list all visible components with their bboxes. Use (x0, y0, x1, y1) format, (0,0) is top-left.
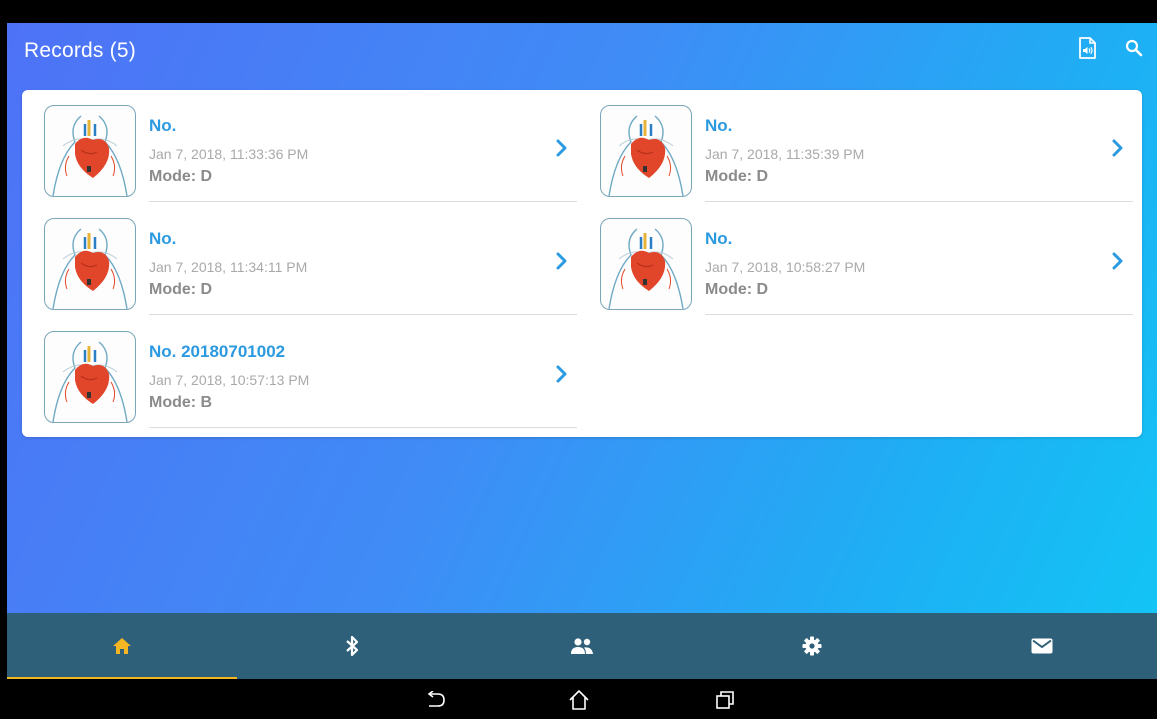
records-card: No. Jan 7, 2018, 11:33:36 PM Mode: D No.… (22, 90, 1142, 437)
record-item[interactable]: No. Jan 7, 2018, 11:33:36 PM Mode: D (22, 90, 577, 203)
divider (149, 201, 577, 202)
record-mode: Mode: D (705, 168, 769, 185)
chevron-right-icon[interactable] (1111, 138, 1125, 158)
record-datetime: Jan 7, 2018, 10:57:13 PM (149, 372, 310, 388)
home-outline-icon[interactable] (565, 686, 593, 714)
tab-home[interactable] (7, 613, 237, 679)
record-number: No. (705, 116, 733, 135)
record-number: No. (149, 229, 177, 248)
chevron-right-icon[interactable] (555, 364, 569, 384)
app-area: Records (5) No. Jan 7, 2018, 11:33:36 PM… (7, 23, 1157, 613)
record-mode: Mode: D (705, 281, 769, 298)
record-item[interactable]: No. Jan 7, 2018, 10:58:27 PM Mode: D (578, 203, 1133, 316)
bottom-nav (7, 613, 1157, 679)
record-number: No. (705, 229, 733, 248)
heart-thumbnail (44, 105, 136, 197)
record-mode: Mode: D (149, 168, 213, 185)
heart-thumbnail (44, 331, 136, 423)
tab-mail[interactable] (927, 613, 1157, 679)
chevron-right-icon[interactable] (555, 138, 569, 158)
record-number: No. 20180701002 (149, 342, 286, 361)
record-number: No. (149, 116, 177, 135)
record-item[interactable]: No. 20180701002 Jan 7, 2018, 10:57:13 PM… (22, 316, 577, 429)
page-title: Records (5) (24, 39, 136, 62)
system-nav-bar (7, 679, 1157, 719)
mail-icon (1031, 638, 1053, 654)
settings-icon (802, 636, 822, 656)
heart-thumbnail (600, 218, 692, 310)
record-datetime: Jan 7, 2018, 11:34:11 PM (149, 259, 308, 275)
users-icon (571, 638, 593, 654)
tab-settings[interactable] (697, 613, 927, 679)
audio-file-icon[interactable] (1076, 37, 1098, 59)
chevron-right-icon[interactable] (1111, 251, 1125, 271)
record-item[interactable]: No. Jan 7, 2018, 11:34:11 PM Mode: D (22, 203, 577, 316)
home-icon (113, 638, 131, 654)
search-icon[interactable] (1123, 37, 1145, 59)
divider (705, 201, 1133, 202)
divider (705, 314, 1133, 315)
record-datetime: Jan 7, 2018, 11:35:39 PM (705, 146, 865, 162)
bluetooth-icon (346, 635, 359, 657)
record-datetime: Jan 7, 2018, 10:58:27 PM (705, 259, 866, 275)
heart-thumbnail (600, 105, 692, 197)
record-mode: Mode: D (149, 281, 213, 298)
back-icon[interactable] (421, 686, 449, 714)
screen: Records (5) No. Jan 7, 2018, 11:33:36 PM… (7, 0, 1157, 719)
tab-bluetooth[interactable] (237, 613, 467, 679)
record-datetime: Jan 7, 2018, 11:33:36 PM (149, 146, 309, 162)
divider (149, 427, 577, 428)
record-mode: Mode: B (149, 394, 213, 411)
record-item[interactable]: No. Jan 7, 2018, 11:35:39 PM Mode: D (578, 90, 1133, 203)
heart-thumbnail (44, 218, 136, 310)
tab-users[interactable] (467, 613, 697, 679)
chevron-right-icon[interactable] (555, 251, 569, 271)
recents-icon[interactable] (711, 686, 739, 714)
status-bar (7, 0, 1157, 23)
divider (149, 314, 577, 315)
